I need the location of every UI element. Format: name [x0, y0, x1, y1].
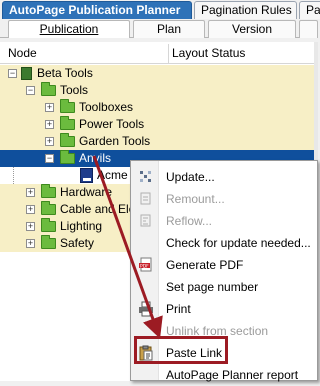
folder-icon	[41, 201, 56, 215]
menu-item-update[interactable]: Update...	[131, 166, 319, 188]
folder-icon	[41, 82, 56, 96]
folder-icon	[41, 235, 56, 249]
tree-label: Lighting	[60, 219, 103, 233]
menu-item-label: Print	[166, 302, 191, 316]
menu-item-autopage-planner-report[interactable]: AutoPage Planner report	[131, 364, 319, 386]
tree-label: Power Tools	[79, 117, 145, 131]
folder-icon	[41, 184, 56, 198]
menu-item-label: Reflow...	[166, 214, 213, 228]
tree-label: Anvils	[79, 151, 112, 165]
column-header-node[interactable]: Node	[8, 46, 37, 60]
tree-row-garden-tools[interactable]: + Garden Tools	[0, 133, 318, 150]
tab-label: Pagination Rules	[201, 3, 292, 17]
menu-item-remount[interactable]: Remount...	[131, 188, 319, 210]
publication-icon	[21, 67, 32, 80]
printer-icon	[139, 301, 153, 317]
menu-item-check-for-update[interactable]: Check for update needed...	[131, 232, 319, 254]
collapse-icon[interactable]: −	[26, 86, 35, 95]
expand-icon[interactable]: +	[45, 120, 54, 129]
menu-item-label: Check for update needed...	[166, 236, 311, 250]
pdf-icon: PDF	[139, 257, 152, 272]
remount-icon	[140, 192, 151, 205]
sub-tab-strip: Publication Plan Version	[0, 19, 318, 38]
expand-icon[interactable]: +	[26, 205, 35, 214]
tab-label: Pag	[306, 3, 320, 17]
subtab-version[interactable]: Version	[208, 20, 296, 38]
page-icon	[80, 168, 93, 183]
menu-item-label: AutoPage Planner report	[166, 368, 299, 382]
expand-icon[interactable]: +	[45, 103, 54, 112]
tree-row-beta-tools[interactable]: − Beta Tools	[0, 65, 318, 82]
tree-label: Beta Tools	[37, 66, 93, 80]
column-header-row: Node Layout Status	[0, 42, 318, 64]
column-header-layout-status[interactable]: Layout Status	[172, 46, 245, 60]
subtab-publication[interactable]: Publication	[8, 20, 130, 38]
folder-icon	[60, 133, 75, 147]
update-icon	[140, 171, 151, 182]
folder-icon	[60, 99, 75, 113]
folder-icon	[41, 218, 56, 232]
tree-row-toolboxes[interactable]: + Toolboxes	[0, 99, 318, 116]
tab-label: AutoPage Publication Planner	[9, 3, 181, 17]
tree-label: Toolboxes	[79, 100, 134, 114]
folder-icon	[60, 116, 75, 130]
tree-label: Garden Tools	[79, 134, 151, 148]
main-tab-strip: AutoPage Publication Planner Pagination …	[0, 0, 320, 19]
tab-autopage-publication-planner[interactable]: AutoPage Publication Planner	[2, 1, 192, 19]
subtab-plan[interactable]: Plan	[133, 20, 205, 38]
expand-icon[interactable]: +	[26, 222, 35, 231]
menu-item-generate-pdf[interactable]: PDF Generate PDF	[131, 254, 319, 276]
menu-item-reflow[interactable]: Reflow...	[131, 210, 319, 232]
menu-item-label: Generate PDF	[166, 258, 244, 272]
expand-icon[interactable]: +	[45, 137, 54, 146]
expand-icon[interactable]: +	[26, 188, 35, 197]
menu-item-label: Remount...	[166, 192, 225, 206]
menu-item-label: Set page number	[166, 280, 259, 294]
tree-label: Safety	[60, 236, 95, 250]
menu-item-label: Update...	[166, 170, 215, 184]
tab-pagination-rules[interactable]: Pagination Rules	[194, 1, 297, 19]
tree-label: Hardware	[60, 185, 113, 199]
tab-pag[interactable]: Pag	[299, 1, 320, 19]
paste-link-highlight	[134, 336, 228, 364]
collapse-icon[interactable]: −	[8, 69, 17, 78]
tree-label: Tools	[60, 83, 89, 97]
subtab-label: Version	[231, 22, 273, 36]
tree-row-tools[interactable]: − Tools	[0, 82, 318, 99]
collapse-icon[interactable]: −	[45, 154, 54, 163]
svg-text:PDF: PDF	[140, 263, 149, 269]
menu-item-print[interactable]: Print	[131, 298, 319, 320]
folder-icon	[60, 150, 75, 164]
subtab-overflow[interactable]	[299, 20, 318, 38]
reflow-icon	[140, 214, 151, 227]
menu-item-set-page-number[interactable]: Set page number	[131, 276, 319, 298]
subtab-label: Publication	[39, 22, 99, 36]
expand-icon[interactable]: +	[26, 239, 35, 248]
column-separator[interactable]	[168, 44, 169, 64]
subtab-label: Plan	[156, 22, 182, 36]
tree-row-power-tools[interactable]: + Power Tools	[0, 116, 318, 133]
